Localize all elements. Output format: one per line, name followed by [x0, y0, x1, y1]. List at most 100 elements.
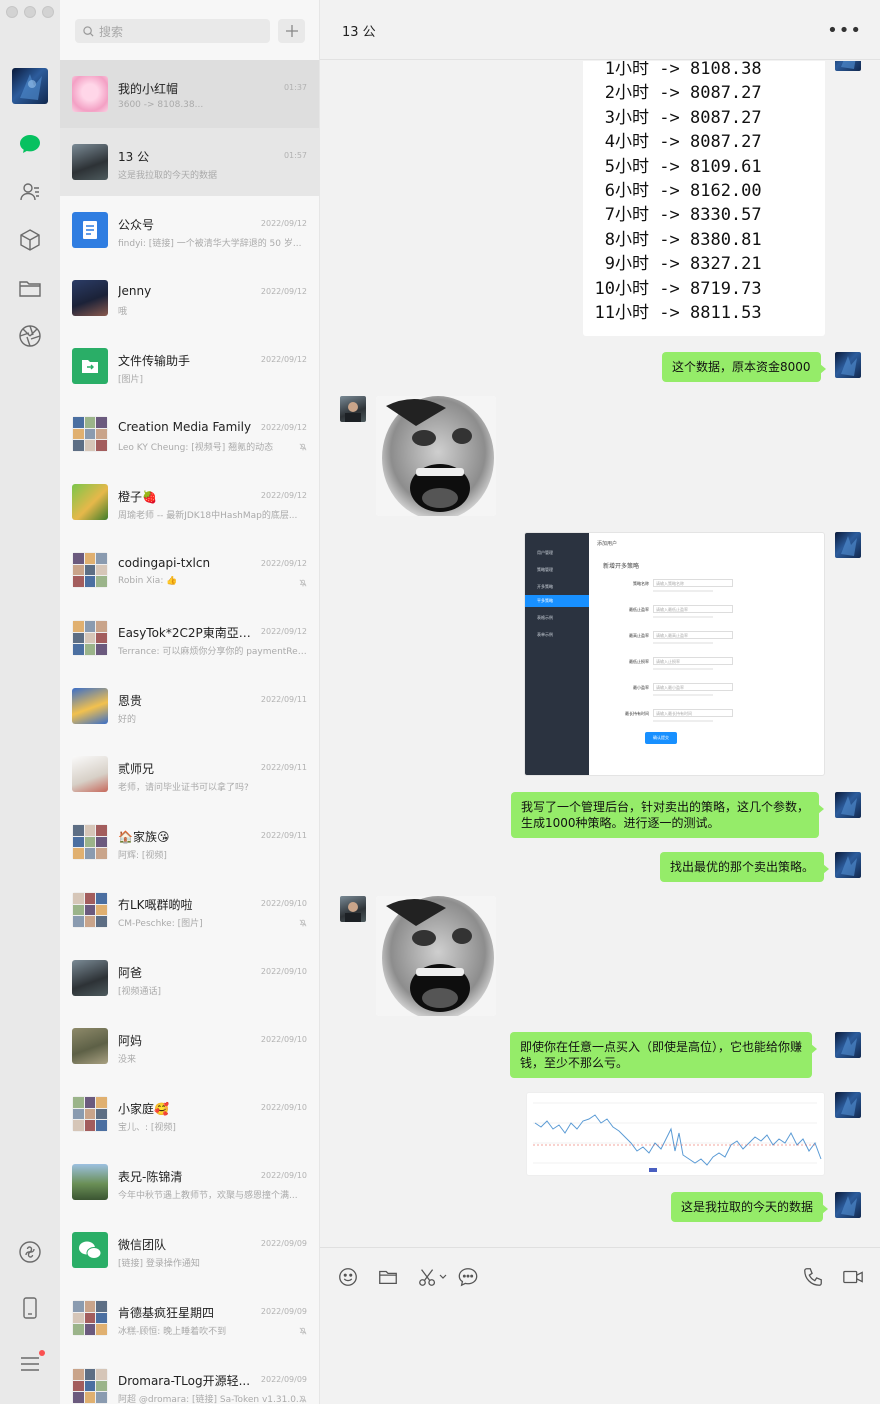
- chat-item[interactable]: 我的小红帽 01:37 3600 -> 8108.38...: [60, 60, 319, 128]
- message-bubble[interactable]: 这是我拉取的今天的数据: [671, 1192, 829, 1222]
- chat-item[interactable]: Creation Media Family 2022/09/12 Leo KY Ch…: [60, 400, 319, 468]
- self-avatar[interactable]: [835, 352, 861, 378]
- chat-item[interactable]: 表兄-陈锦清 2022/09/10 今年中秋节遇上教师节，欢聚与感恩撞个满...: [60, 1148, 319, 1216]
- group-grid-avatar: [72, 416, 108, 452]
- screenshot-scissors-icon[interactable]: [417, 1266, 439, 1288]
- chat-item[interactable]: 冇LK嘅群啲啦 2022/09/10 CM-Peschke: [图片]: [60, 876, 319, 944]
- message-composer[interactable]: [320, 1247, 880, 1404]
- chat-item[interactable]: EasyTok*2C2P東南亞支付 2022/09/12 Terrance: 可以麻…: [60, 604, 319, 672]
- numbers-screenshot-image[interactable]: 1小时 -> 8108.38 2小时 -> 8087.27 3小时 -> 8087.…: [583, 61, 825, 336]
- message-text: 我写了一个管理后台，针对卖出的策略，这几个参数，: [521, 800, 810, 814]
- chat-list-panel: 搜索 我的小红帽 01:37 3600 -> 8108.38... 13 公 01:57…: [60, 0, 320, 1404]
- files-folder-icon[interactable]: [18, 276, 42, 300]
- close-window-button[interactable]: [6, 6, 18, 18]
- official-account-icon: [72, 212, 108, 248]
- contacts-icon[interactable]: [18, 180, 42, 204]
- data-row: 7小时 -> 8330.57: [589, 203, 825, 227]
- chat-time: 2022/09/09: [260, 1307, 307, 1316]
- chat-time: 2022/09/12: [260, 355, 307, 364]
- chat-item[interactable]: 微信团队 2022/09/09 [链接] 登录操作通知: [60, 1216, 319, 1284]
- settings-menu-icon[interactable]: [18, 1352, 42, 1376]
- self-avatar[interactable]: [835, 1032, 861, 1058]
- message-text: 生成1000种策略。进行逐一的测试。: [521, 816, 720, 830]
- chat-preview: 宝儿、: [视频]: [118, 1123, 176, 1133]
- emoji-icon[interactable]: [337, 1266, 359, 1288]
- chat-item[interactable]: 恩贵 2022/09/11 好的: [60, 672, 319, 740]
- field-input: 请输入最低止盈率: [653, 605, 733, 613]
- my-avatar[interactable]: [12, 68, 48, 104]
- chat-item[interactable]: Jenny 2022/09/12 哦: [60, 264, 319, 332]
- peer-avatar-image: [345, 402, 361, 422]
- self-avatar[interactable]: [835, 792, 861, 818]
- voice-call-icon[interactable]: [802, 1266, 824, 1288]
- message-bubble[interactable]: 即使你在任意一点买入（即使是高位），它也能给你赚 钱，至少不那么亏。: [510, 1032, 818, 1078]
- hour-label: 7小时: [604, 205, 649, 226]
- data-row: 3小时 -> 8087.27: [589, 106, 825, 130]
- chat-icon[interactable]: [18, 132, 42, 156]
- message-area[interactable]: 1小时 -> 8108.38 2小时 -> 8087.27 3小时 -> 8087.…: [320, 61, 880, 1246]
- minimize-window-button[interactable]: [24, 6, 36, 18]
- maximize-window-button[interactable]: [42, 6, 54, 18]
- field-hint: [653, 668, 713, 670]
- send-file-icon[interactable]: [377, 1266, 399, 1288]
- chat-item[interactable]: 🏠家族😘 2022/09/11 阿辉: [视频]: [60, 808, 319, 876]
- admin-breadcrumb: 添加用户: [597, 541, 618, 547]
- add-button[interactable]: [278, 19, 305, 43]
- chat-item[interactable]: 公众号 2022/09/12 findyi: [链接] 一个被清华大学辞退的 50 …: [60, 196, 319, 264]
- chat-name: 阿妈: [118, 1034, 143, 1048]
- self-avatar-image: [841, 796, 857, 816]
- arrow-text: ->: [659, 254, 680, 275]
- plus-icon: [285, 25, 298, 37]
- chat-item[interactable]: codingapi-txlcn 2022/09/12 Robin Xia: 👍: [60, 536, 319, 604]
- admin-dashboard-screenshot[interactable]: 用户管理 策略管理 开多策略 平多策略 表格示例 表单示例 添加用户 新增开多策略 策略名…: [524, 532, 825, 776]
- self-avatar[interactable]: [835, 532, 861, 558]
- chat-title: 13 公: [342, 25, 376, 40]
- chat-preview: 阿辉: [视频]: [118, 851, 167, 861]
- self-avatar-image: [841, 1196, 857, 1216]
- cartoon-avatar: [72, 688, 108, 724]
- phone-device-icon[interactable]: [18, 1296, 42, 1320]
- admin-menu-item: 平多策略: [525, 595, 589, 607]
- self-avatar[interactable]: [835, 1092, 861, 1118]
- self-avatar[interactable]: [835, 1192, 861, 1218]
- price-chart-screenshot[interactable]: [526, 1092, 825, 1176]
- peer-avatar[interactable]: [340, 896, 366, 922]
- chat-preview: 没来: [118, 1055, 137, 1065]
- message-text: 钱，至少不那么亏。: [520, 1056, 629, 1070]
- value-text: 8380.81: [689, 229, 762, 250]
- chat-item[interactable]: 橙子🍓 2022/09/12 周瑜老师 -- 最新JDK18中HashMap的底层.…: [60, 468, 319, 536]
- chat-history-icon[interactable]: [457, 1266, 479, 1288]
- favorites-cube-icon[interactable]: [18, 228, 42, 252]
- chat-item[interactable]: 文件传输助手 2022/09/12 [图片]: [60, 332, 319, 400]
- more-options-icon[interactable]: •••: [827, 20, 862, 41]
- arrow-text: ->: [659, 302, 680, 323]
- moments-aperture-icon[interactable]: [18, 324, 42, 348]
- chat-time: 2022/09/10: [260, 1171, 307, 1180]
- chat-item[interactable]: 小家庭🥰 2022/09/10 宝儿、: [视频]: [60, 1080, 319, 1148]
- video-call-icon[interactable]: [842, 1266, 864, 1288]
- peer-avatar[interactable]: [340, 396, 366, 422]
- chat-item[interactable]: 肯德基疯狂星期四 2022/09/09 冰糕-顾恒: 晚上睡着吹不到: [60, 1284, 319, 1352]
- girl-photo-avatar: [72, 280, 108, 316]
- chat-item[interactable]: Dromara-TLog开源轻... 2022/09/09 阿超 @dromara:…: [60, 1352, 319, 1404]
- message-bubble[interactable]: 我写了一个管理后台，针对卖出的策略，这几个参数， 生成1000种策略。进行逐一的…: [511, 792, 825, 838]
- search-box[interactable]: 搜索: [75, 19, 270, 43]
- chevron-down-icon[interactable]: [439, 1274, 447, 1280]
- self-avatar[interactable]: [835, 61, 861, 71]
- chat-time: 2022/09/11: [260, 695, 307, 704]
- meme-sticker-image[interactable]: [376, 396, 496, 516]
- message-bubble[interactable]: 这个数据，原本资金8000: [662, 352, 826, 382]
- chat-item[interactable]: 阿爸 2022/09/10 [视频通话]: [60, 944, 319, 1012]
- mini-programs-icon[interactable]: [18, 1240, 42, 1264]
- chat-item[interactable]: 13 公 01:57 这是我拉取的今天的数据: [60, 128, 319, 196]
- file-transfer-icon: [72, 348, 108, 384]
- chat-item[interactable]: 阿妈 2022/09/10 没来: [60, 1012, 319, 1080]
- chat-preview: Robin Xia: 👍: [118, 576, 178, 586]
- chat-time: 01:37: [283, 83, 307, 92]
- value-text: 8330.57: [689, 205, 762, 226]
- self-avatar[interactable]: [835, 852, 861, 878]
- chat-item[interactable]: 贰师兄 2022/09/11 老师，请问毕业证书可以拿了吗?: [60, 740, 319, 808]
- message-bubble[interactable]: 找出最优的那个卖出策略。: [660, 852, 830, 882]
- meme-sticker-image[interactable]: [376, 896, 496, 1016]
- mute-bell-icon: [299, 1327, 307, 1335]
